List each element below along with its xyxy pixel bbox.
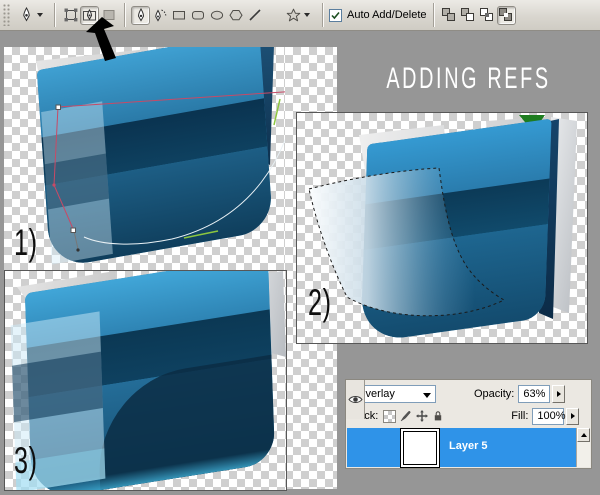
toolbar-separator xyxy=(322,3,323,27)
marching-ants-selection xyxy=(297,113,587,341)
exclude-shape-icon xyxy=(499,8,513,22)
layer-visibility-toggle[interactable] xyxy=(346,380,365,419)
rounded-rectangle-icon xyxy=(191,8,205,22)
fill-slider-button[interactable] xyxy=(566,408,579,425)
line-tool-button[interactable] xyxy=(245,6,264,25)
toolbar-separator xyxy=(54,3,55,27)
opacity-input[interactable]: 63% xyxy=(518,385,550,403)
eye-icon xyxy=(348,394,363,405)
scroll-up-button[interactable] xyxy=(577,428,590,442)
arrow-right-icon xyxy=(557,391,561,397)
toolbar-grip-handle[interactable] xyxy=(3,4,10,26)
toolbar-separator xyxy=(433,3,434,27)
ellipse-tool-button[interactable] xyxy=(207,6,226,25)
chevron-down-icon xyxy=(304,13,310,17)
lock-transparency-button[interactable] xyxy=(383,410,396,423)
chevron-down-icon xyxy=(37,13,43,17)
custom-shape-icon xyxy=(286,8,301,23)
step2-screenshot-panel: 2) xyxy=(296,112,588,344)
exclude-overlapping-shape-areas-button[interactable] xyxy=(497,6,516,25)
step2-label: 2) xyxy=(308,284,332,321)
ellipse-icon xyxy=(210,8,224,22)
rectangle-tool-button[interactable] xyxy=(169,6,188,25)
heading-text: ADDING REFS xyxy=(386,62,550,96)
lock-position-button[interactable] xyxy=(415,410,428,423)
step1-label: 1) xyxy=(14,224,38,261)
freeform-pen-tool-button[interactable] xyxy=(150,6,169,25)
layer-name: Layer 5 xyxy=(449,440,488,452)
section-heading: ADDING REFS xyxy=(337,62,600,96)
lock-image-button[interactable] xyxy=(399,410,412,423)
lock-transparency-icon xyxy=(383,410,396,423)
auto-add-delete-checkbox[interactable] xyxy=(329,9,342,22)
subtract-shape-icon xyxy=(461,8,475,22)
add-to-shape-area-button[interactable] xyxy=(440,6,459,25)
layer-thumbnail[interactable] xyxy=(403,431,437,465)
intersect-shape-areas-button[interactable] xyxy=(478,6,497,25)
pen-tool-button[interactable] xyxy=(131,6,150,25)
layer-row-selected[interactable]: Layer 5 xyxy=(347,428,577,467)
tool-preset-pen-button[interactable] xyxy=(14,6,48,25)
step1-screenshot-panel: 1) xyxy=(4,47,285,270)
fill-input[interactable]: 100% xyxy=(532,408,564,425)
polygon-tool-button[interactable] xyxy=(226,6,245,25)
polygon-icon xyxy=(229,8,243,22)
intersect-shape-icon xyxy=(480,8,494,22)
step3-label: 3) xyxy=(14,442,38,479)
fill-label: Fill: xyxy=(511,410,528,422)
pen-path-overlay xyxy=(4,47,285,270)
opacity-value: 63% xyxy=(523,388,545,400)
opacity-slider-button[interactable] xyxy=(552,385,565,403)
lock-all-button[interactable] xyxy=(431,410,444,423)
rounded-rectangle-tool-button[interactable] xyxy=(188,6,207,25)
pen-icon xyxy=(19,7,34,23)
line-icon xyxy=(248,8,262,22)
pen-icon xyxy=(134,8,148,23)
subtract-from-shape-area-button[interactable] xyxy=(459,6,478,25)
brush-icon xyxy=(400,410,412,422)
move-icon xyxy=(416,410,428,422)
add-shape-icon xyxy=(442,8,456,22)
step3-screenshot-panel: 3) xyxy=(4,270,287,491)
padlock-icon xyxy=(432,410,444,422)
arrow-up-icon xyxy=(581,433,587,437)
layers-panel: Overlay Opacity: 63% Lock: Fill: 100% xyxy=(345,379,592,469)
custom-shape-tool-button[interactable] xyxy=(280,6,316,25)
fill-value: 100% xyxy=(537,410,565,422)
auto-add-delete-label: Auto Add/Delete xyxy=(347,9,427,21)
arrow-right-icon xyxy=(571,413,575,419)
freeform-pen-icon xyxy=(152,8,168,23)
tutorial-screenshot: { "toolbar": { "preset_tool_icon": "pen-… xyxy=(0,0,600,495)
annotation-arrow-icon xyxy=(84,16,130,62)
opacity-label: Opacity: xyxy=(474,388,514,400)
shape-layers-icon xyxy=(64,8,78,22)
checkmark-icon xyxy=(331,11,340,20)
mode-shape-layers-button[interactable] xyxy=(61,6,80,25)
rectangle-icon xyxy=(172,8,186,22)
layers-scrollbar[interactable] xyxy=(576,428,590,467)
chevron-down-icon xyxy=(423,393,431,398)
